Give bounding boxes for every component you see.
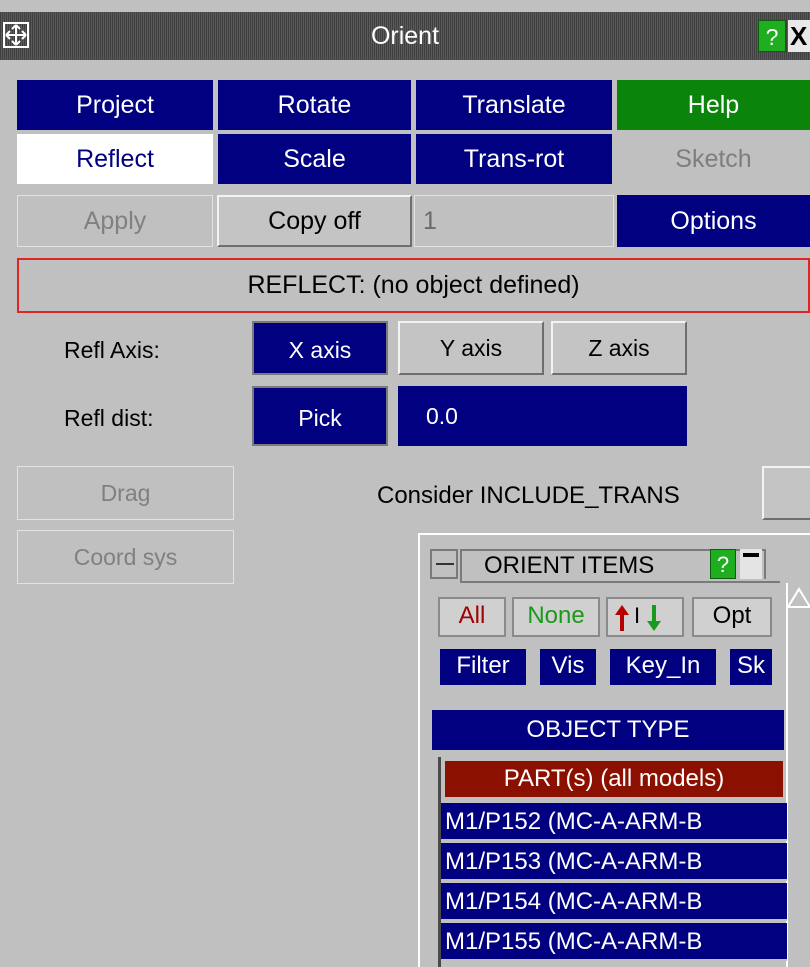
coord-sys-button[interactable]: Coord sys bbox=[17, 530, 234, 584]
select-none-button[interactable]: None bbox=[512, 597, 600, 637]
scroll-up-icon[interactable] bbox=[786, 585, 810, 621]
refl-dist-label: Refl dist: bbox=[64, 405, 154, 431]
toggle-selection-button[interactable]: I bbox=[606, 597, 684, 637]
y-axis-button[interactable]: Y axis bbox=[398, 321, 544, 375]
vis-button[interactable]: Vis bbox=[538, 647, 598, 687]
close-icon[interactable]: X bbox=[788, 20, 810, 52]
toggle-separator: I bbox=[634, 603, 641, 628]
tab-trans-rot[interactable]: Trans-rot bbox=[416, 134, 612, 184]
title-spacer bbox=[764, 549, 810, 579]
item-list: PART(s) (all models) M1/P152 (MC-A-ARM-B… bbox=[438, 757, 787, 967]
list-item[interactable]: M1/P154 (MC-A-ARM-B bbox=[441, 883, 787, 921]
opt-button[interactable]: Opt bbox=[692, 597, 772, 637]
tab-sketch[interactable]: Sketch bbox=[617, 134, 810, 184]
collapse-icon[interactable] bbox=[740, 549, 762, 579]
arrow-up-icon bbox=[615, 605, 629, 631]
orient-panel: Orient ? X Project Rotate Translate Help… bbox=[0, 0, 810, 967]
list-header-part[interactable]: PART(s) (all models) bbox=[445, 761, 783, 797]
arrow-down-icon bbox=[647, 605, 661, 631]
options-button[interactable]: Options bbox=[617, 195, 810, 247]
title-bar[interactable]: Orient ? X bbox=[0, 12, 810, 60]
z-axis-button[interactable]: Z axis bbox=[551, 321, 687, 375]
copy-count-field[interactable]: 1 bbox=[414, 195, 614, 247]
tab-rotate[interactable]: Rotate bbox=[218, 80, 411, 130]
drag-button[interactable]: Drag bbox=[17, 466, 234, 520]
select-all-button[interactable]: All bbox=[438, 597, 506, 637]
minimize-icon[interactable] bbox=[430, 549, 458, 579]
window-title: Orient bbox=[370, 22, 440, 50]
items-help-icon[interactable]: ? bbox=[710, 549, 736, 579]
refl-dist-field[interactable]: 0.0 bbox=[398, 386, 687, 446]
list-item[interactable]: M1/P155 (MC-A-ARM-B bbox=[441, 923, 787, 961]
orient-items-title-bar[interactable]: ORIENT ITEMS ? bbox=[420, 535, 810, 585]
orient-items-panel: ORIENT ITEMS ? All None I Opt Filter Vis… bbox=[418, 533, 810, 967]
list-item[interactable]: M1/P152 (MC-A-ARM-B bbox=[441, 803, 787, 841]
status-message: REFLECT: (no object defined) bbox=[17, 258, 810, 313]
pick-button[interactable]: Pick bbox=[252, 386, 388, 446]
key-in-button[interactable]: Key_In bbox=[608, 647, 718, 687]
help-button[interactable]: Help bbox=[617, 80, 810, 130]
filter-button[interactable]: Filter bbox=[438, 647, 528, 687]
apply-button[interactable]: Apply bbox=[17, 195, 213, 247]
help-icon[interactable]: ? bbox=[758, 20, 786, 52]
tab-project[interactable]: Project bbox=[17, 80, 213, 130]
object-type-button[interactable]: OBJECT TYPE bbox=[432, 710, 784, 750]
tab-scale[interactable]: Scale bbox=[218, 134, 411, 184]
scrollbar[interactable] bbox=[786, 583, 810, 967]
copy-off-button[interactable]: Copy off bbox=[217, 195, 412, 247]
x-axis-button[interactable]: X axis bbox=[252, 321, 388, 375]
include-trans-toggle[interactable] bbox=[762, 466, 810, 520]
refl-axis-label: Refl Axis: bbox=[64, 337, 160, 363]
include-trans-label: Consider INCLUDE_TRANS bbox=[377, 482, 680, 509]
tab-translate[interactable]: Translate bbox=[416, 80, 612, 130]
tab-reflect[interactable]: Reflect bbox=[17, 134, 213, 184]
sketch-button[interactable]: Sk bbox=[728, 647, 774, 687]
list-item[interactable]: M1/P153 (MC-A-ARM-B bbox=[441, 843, 787, 881]
